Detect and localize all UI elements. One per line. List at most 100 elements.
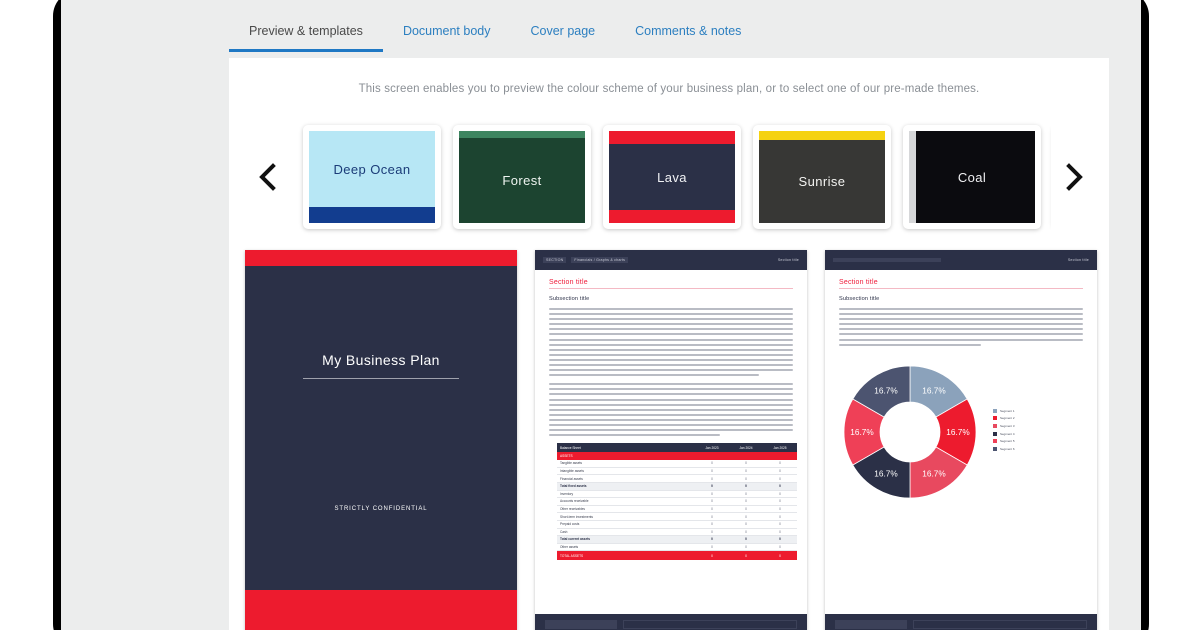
table-cell-value: Jan 2025 xyxy=(773,445,787,450)
footer-chip xyxy=(545,620,617,629)
table-cell-value: 0 xyxy=(745,537,747,542)
cover-confidential-label: STRICTLY CONFIDENTIAL xyxy=(334,506,428,512)
table-cell-value: 0 xyxy=(779,491,781,496)
table-row: Inventory 0 0 0 xyxy=(557,491,797,499)
table-cell-value: 0 xyxy=(711,544,713,549)
table-cell-value: 0 xyxy=(779,499,781,504)
table-cell-label: Tangible assets xyxy=(560,461,582,466)
table-cell-value: 0 xyxy=(711,537,713,542)
text-line xyxy=(549,323,793,326)
table-row: Total fixed assets 0 0 0 xyxy=(557,482,797,491)
text-line xyxy=(839,343,981,346)
tab-label: Document body xyxy=(402,24,491,38)
legend-label: Segment 4 xyxy=(1000,431,1015,436)
text-line xyxy=(549,393,793,396)
theme-swatch-coal[interactable]: Coal xyxy=(903,125,1041,229)
theme-top-bar xyxy=(609,131,735,144)
table-cell-label: Short-term investments xyxy=(560,514,593,519)
table-cell-value: 0 xyxy=(711,507,713,512)
subsection-title: Subsection title xyxy=(839,296,880,302)
donut-slice-label: 16.7% xyxy=(874,386,898,395)
text-line xyxy=(549,398,793,401)
tab-preview-templates[interactable]: Preview & templates xyxy=(229,22,383,52)
chart-area: 16.7% 16.7% 16.7% 16.7% 16.7% 16.7% Segment 1… xyxy=(825,353,1097,507)
document-footer-bar xyxy=(535,614,807,630)
text-line xyxy=(549,333,793,336)
table-cell-value: 0 xyxy=(779,476,781,481)
text-line xyxy=(549,374,759,377)
cover-title-rule xyxy=(303,378,459,379)
table-cell-value: 0 xyxy=(745,507,747,512)
text-line xyxy=(549,353,793,356)
legend-swatch xyxy=(993,439,997,444)
legend-swatch xyxy=(993,408,997,413)
app-window: Preview & templates Document body Cover … xyxy=(61,0,1141,630)
text-line xyxy=(839,318,1083,321)
table-cell-value: 0 xyxy=(745,522,747,527)
table-cell-value: 0 xyxy=(745,476,747,481)
preview-document-chart-page[interactable]: Section title Section title Subsection t… xyxy=(825,250,1097,630)
theme-top-bar xyxy=(759,131,885,140)
text-line xyxy=(549,313,793,316)
theme-swatch-forest[interactable]: Forest xyxy=(453,125,591,229)
tab-label: Comments & notes xyxy=(635,24,742,38)
text-line xyxy=(839,328,1083,331)
tab-cover-page[interactable]: Cover page xyxy=(511,22,616,49)
footer-rule xyxy=(913,620,1087,629)
text-line xyxy=(549,434,720,437)
theme-swatch-sunrise[interactable]: Sunrise xyxy=(753,125,891,229)
table-row: Cash 0 0 0 xyxy=(557,529,797,537)
table-cell-value: 0 xyxy=(745,553,747,558)
text-line xyxy=(549,388,793,391)
table-cell-value: 0 xyxy=(779,469,781,474)
table-row: TOTAL ASSETS 0 0 0 xyxy=(557,551,797,560)
table-cell-label: Cash xyxy=(560,529,568,534)
table-cell-value: 0 xyxy=(711,469,713,474)
donut-slice-label: 16.7% xyxy=(922,469,946,478)
legend-swatch xyxy=(993,431,997,436)
table-row: Total current assets 0 0 0 xyxy=(557,536,797,544)
legend-item: Segment 1 xyxy=(993,408,1089,413)
document-header-right: Section title xyxy=(777,258,799,262)
table-cell-label: Balance Sheet xyxy=(560,445,581,450)
text-line xyxy=(549,364,793,367)
table-cell-label: Other receivables xyxy=(560,507,585,512)
tab-document-body[interactable]: Document body xyxy=(383,22,511,49)
table-cell-label: ASSETS xyxy=(560,454,573,459)
carousel-prev-button[interactable] xyxy=(245,116,291,238)
theme-swatch-lava[interactable]: Lava xyxy=(603,125,741,229)
carousel-next-button[interactable] xyxy=(1051,116,1097,238)
donut-slice-label: 16.7% xyxy=(922,386,946,395)
text-line xyxy=(549,403,793,406)
text-line xyxy=(549,348,793,351)
text-line xyxy=(839,323,1083,326)
text-line xyxy=(549,328,793,331)
tab-comments-notes[interactable]: Comments & notes xyxy=(615,22,761,49)
theme-swatch-deep-ocean[interactable]: Deep Ocean xyxy=(303,125,441,229)
content-card: This screen enables you to preview the c… xyxy=(229,58,1109,630)
table-cell-label: Total fixed assets xyxy=(560,484,587,489)
text-line xyxy=(549,423,793,426)
text-line xyxy=(839,308,1083,310)
table-cell-label: Total current assets xyxy=(560,537,591,542)
table-row: Tangible assets 0 0 0 xyxy=(557,460,797,468)
text-line xyxy=(549,343,793,346)
preview-document-table-page[interactable]: SECTION Financials / Graphs & charts Sec… xyxy=(535,250,807,630)
theme-bottom-bar xyxy=(309,207,435,223)
legend-item: Segment 4 xyxy=(993,431,1089,436)
legend-label: Segment 3 xyxy=(1000,424,1015,429)
table-cell-value: 0 xyxy=(711,476,713,481)
theme-top-bar xyxy=(459,131,585,138)
document-header-bar: SECTION Financials / Graphs & charts Sec… xyxy=(535,250,807,270)
header-placeholder-bar xyxy=(833,258,941,262)
table-cell-label: Inventory xyxy=(560,491,574,496)
table-cell-label: Intangible assets xyxy=(560,469,584,474)
preview-cover-page[interactable]: My Business Plan STRICTLY CONFIDENTIAL xyxy=(245,250,517,630)
chart-legend: Segment 1 Segment 2 Segment 3 Segment 4 Segm… xyxy=(985,408,1089,455)
legend-item: Segment 5 xyxy=(993,439,1089,444)
table-cell-value: Jan 2024 xyxy=(739,445,753,450)
table-row: Intangible assets 0 0 0 xyxy=(557,468,797,476)
theme-name: Coal xyxy=(957,169,987,185)
table-cell-value: 0 xyxy=(779,544,781,549)
table-row: Other receivables 0 0 0 xyxy=(557,506,797,514)
